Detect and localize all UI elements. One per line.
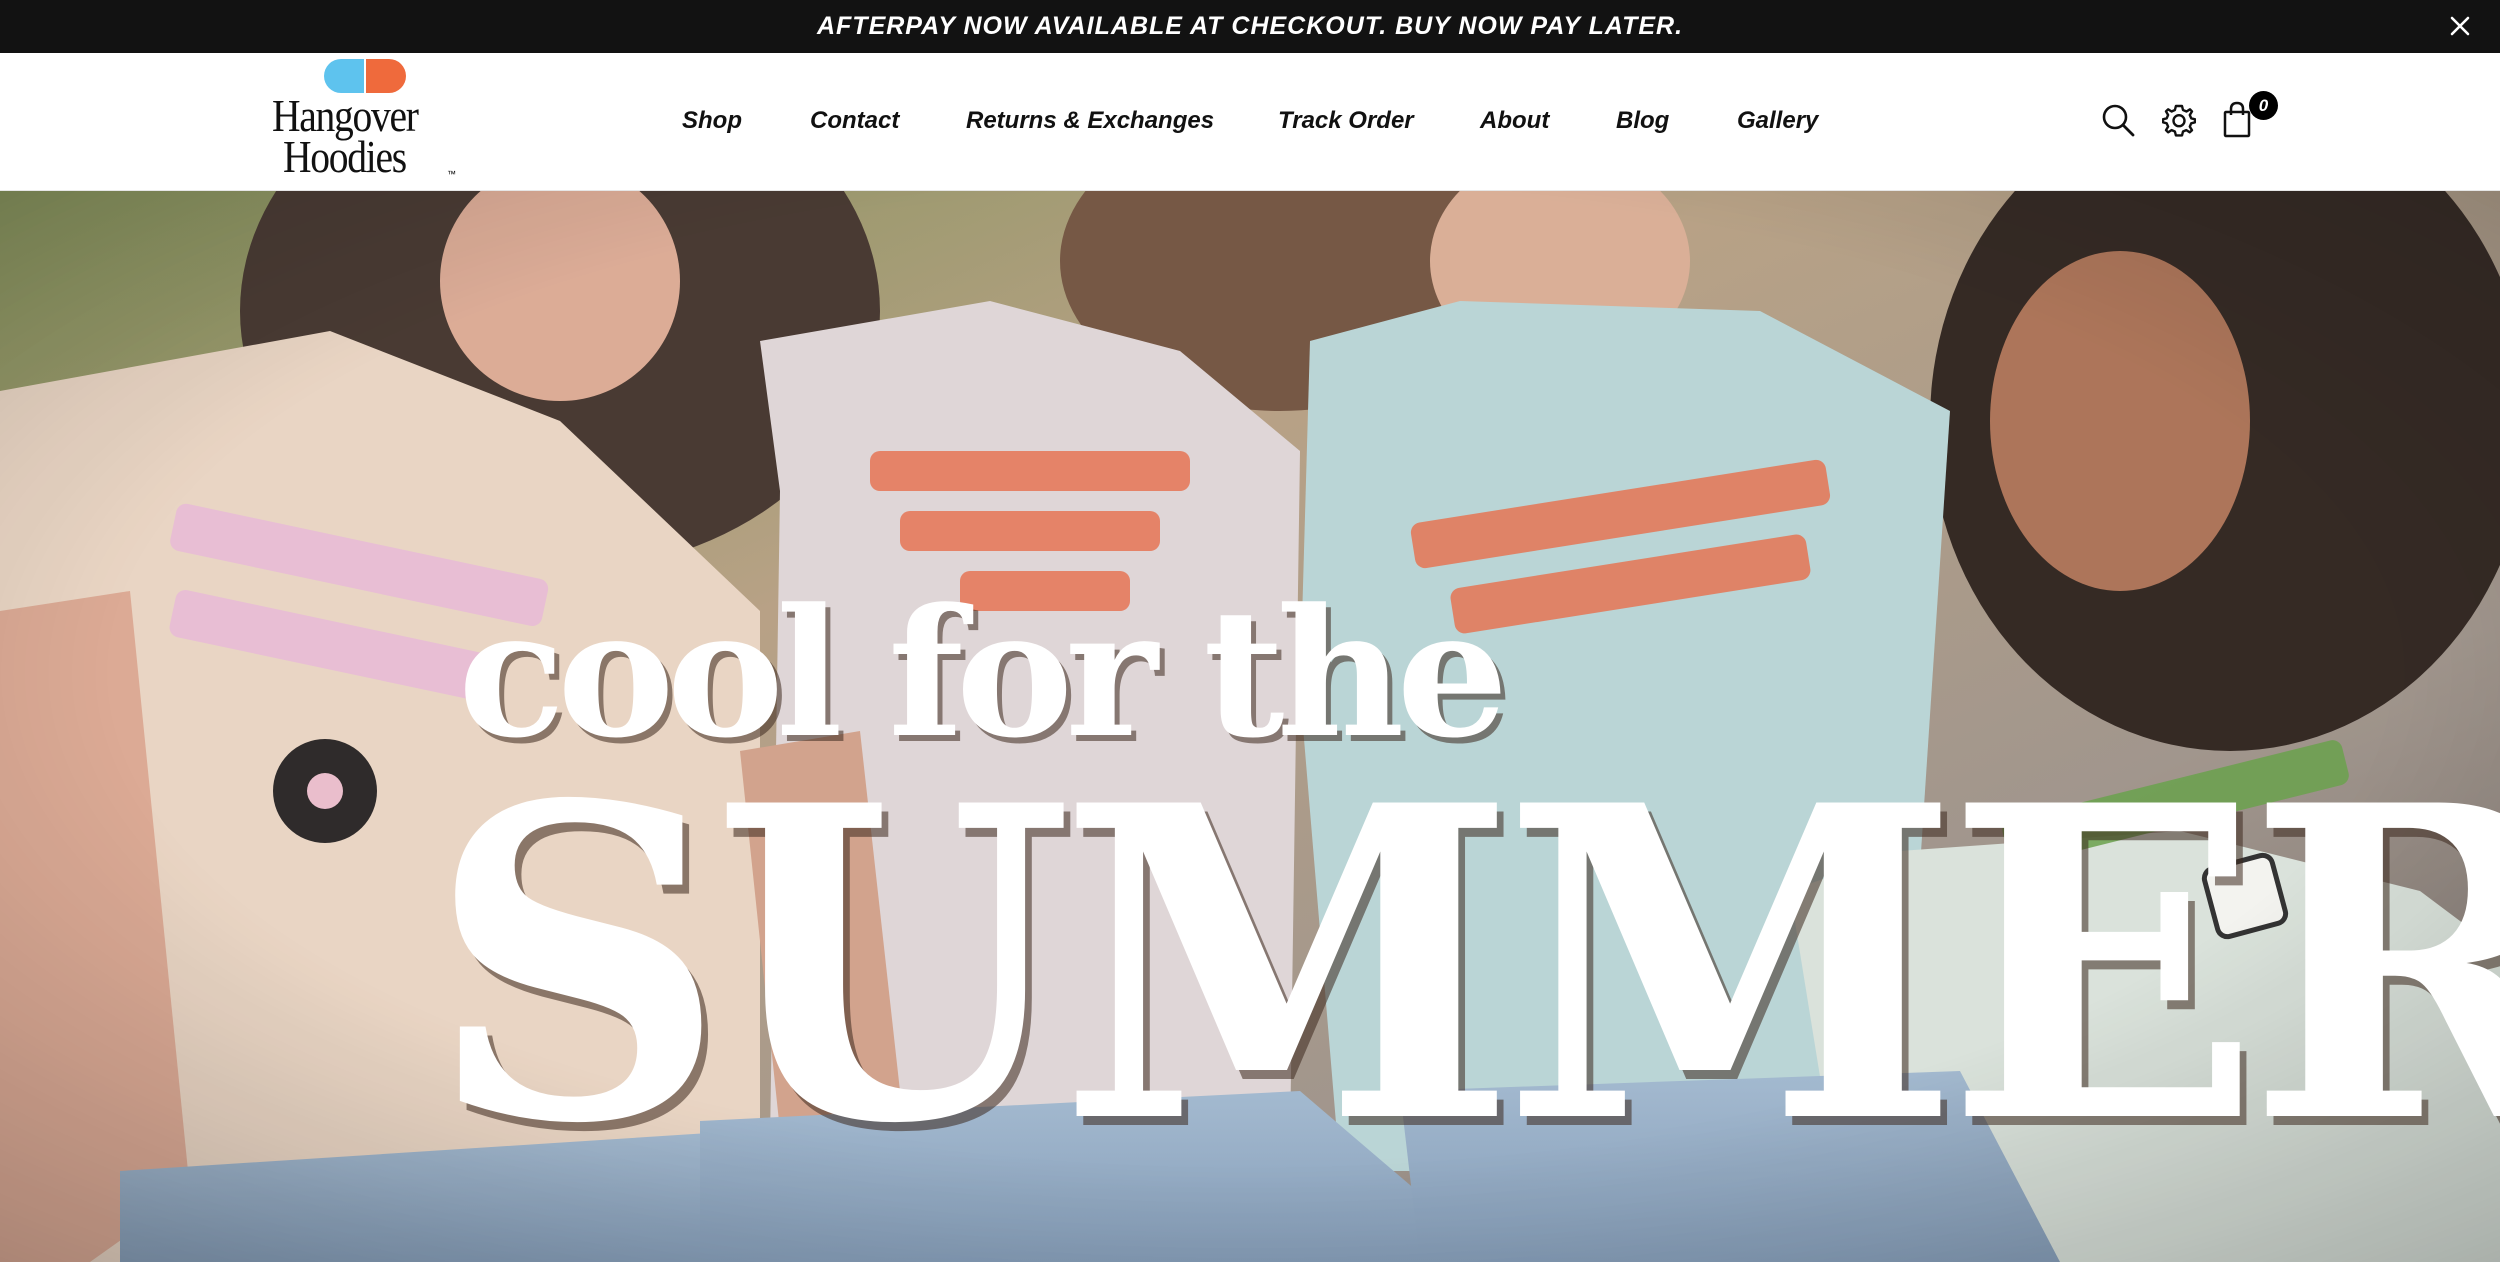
cart-count-badge: 0 bbox=[2249, 91, 2278, 120]
nav-item-blog[interactable]: Blog bbox=[1616, 107, 1669, 135]
site-header: Hangover Hoodies ™ Shop Contact Returns … bbox=[0, 53, 2500, 191]
nav-item-track-order[interactable]: Track Order bbox=[1278, 107, 1414, 135]
hero-title: SUMMER bbox=[428, 713, 2500, 1218]
nav-item-contact[interactable]: Contact bbox=[810, 107, 899, 135]
shopping-bag-icon[interactable] bbox=[2222, 101, 2252, 139]
nav-item-returns-exchanges[interactable]: Returns & Exchanges bbox=[966, 107, 1214, 135]
nav-item-shop[interactable]: Shop bbox=[682, 107, 742, 135]
gear-icon[interactable] bbox=[2162, 103, 2196, 137]
announcement-bar: AFTERPAY NOW AVAILABLE AT CHECKOUT. BUY … bbox=[0, 0, 2500, 53]
announcement-text: AFTERPAY NOW AVAILABLE AT CHECKOUT. BUY … bbox=[816, 12, 1684, 40]
close-icon[interactable] bbox=[2446, 12, 2474, 40]
nav-item-gallery[interactable]: Gallery bbox=[1737, 107, 1818, 135]
hero-banner[interactable]: cool for the SUMMER bbox=[0, 191, 2500, 1262]
search-icon[interactable] bbox=[2100, 102, 2136, 138]
nav-item-about[interactable]: About bbox=[1480, 107, 1549, 135]
